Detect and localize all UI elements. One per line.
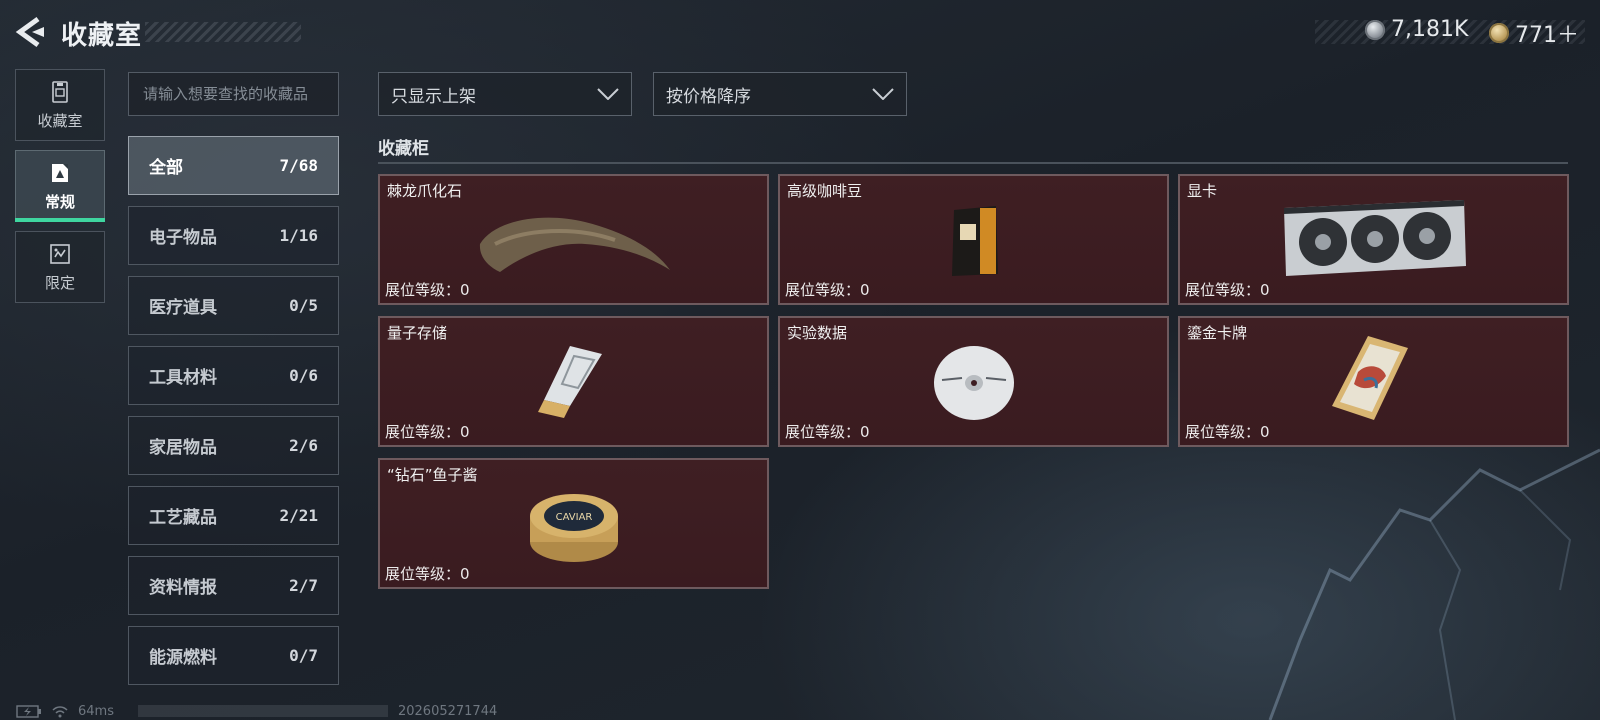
cabinet-item-diamond-caviar[interactable]: “钻石”鱼子酱 CAVIAR 展位等级：0 [378, 458, 769, 589]
coffee-bag-icon [952, 206, 998, 276]
category-name: 资料情报 [149, 578, 217, 598]
booth-level: 展位等级：0 [785, 281, 870, 299]
category-name: 工艺藏品 [149, 508, 217, 528]
left-nav: 收藏室 常规 限定 [15, 69, 105, 312]
item-name: 量子存储 [387, 324, 448, 342]
category-name: 电子物品 [149, 228, 217, 248]
background-lightning [1268, 448, 1600, 720]
item-name: 鎏金卡牌 [1187, 324, 1248, 342]
booth-level: 展位等级：0 [1185, 423, 1270, 441]
nav-label: 收藏室 [37, 111, 83, 130]
category-name: 医疗道具 [149, 298, 217, 318]
search-input[interactable] [143, 73, 324, 115]
back-arrow-icon[interactable] [14, 15, 44, 49]
status-bar: 64ms 202605271744 [16, 703, 497, 719]
wifi-icon [52, 705, 68, 717]
cabinet-divider [378, 162, 1568, 164]
nav-limited[interactable]: 限定 [15, 231, 105, 303]
gilded-card-icon [1332, 336, 1408, 420]
booth-level: 展位等级：0 [1185, 281, 1270, 299]
title-decoration [145, 22, 301, 42]
category-name: 工具材料 [149, 368, 217, 388]
gold-currency[interactable]: 771＋ [1489, 17, 1579, 49]
fossil-claw-icon [479, 217, 670, 272]
cabinet-item-gilded-card[interactable]: 鎏金卡牌 展位等级：0 [1178, 316, 1569, 447]
caviar-tin-icon: CAVIAR [530, 494, 618, 562]
category-count: 0/7 [289, 646, 318, 665]
item-name: 显卡 [1187, 182, 1218, 200]
silver-coin-icon [1365, 19, 1385, 40]
page-title: 收藏室 [61, 21, 143, 51]
gold-currency-value: 771＋ [1515, 23, 1579, 48]
caviar-tin-label: CAVIAR [556, 512, 593, 523]
collection-room-icon [52, 80, 68, 103]
data-disc-icon [934, 346, 1014, 420]
nav-regular[interactable]: 常规 [15, 150, 105, 222]
category-name: 家居物品 [149, 438, 217, 458]
category-fuel[interactable]: 能源燃料 0/7 [128, 626, 339, 685]
nav-collection-room[interactable]: 收藏室 [15, 69, 105, 141]
battery-icon [16, 704, 41, 718]
cabinet-item-quantum-storage[interactable]: 量子存储 展位等级：0 [378, 316, 769, 447]
category-count: 2/21 [279, 506, 318, 525]
category-household[interactable]: 家居物品 2/6 [128, 416, 339, 475]
top-bar: 收藏室 7,181K 771＋ [0, 0, 1600, 64]
cabinet-title: 收藏柜 [378, 139, 429, 159]
regular-icon [52, 163, 68, 182]
category-count: 2/7 [289, 576, 318, 595]
category-tools[interactable]: 工具材料 0/6 [128, 346, 339, 405]
nav-label: 常规 [44, 192, 75, 211]
item-name: 实验数据 [787, 324, 848, 342]
nav-label: 限定 [44, 273, 75, 292]
category-name: 能源燃料 [149, 648, 217, 668]
category-electronics[interactable]: 电子物品 1/16 [128, 206, 339, 265]
silver-currency-value: 7,181K [1391, 17, 1469, 42]
sort-value: 按价格降序 [666, 86, 751, 107]
booth-level: 展位等级：0 [385, 565, 470, 583]
cabinet-item-coffee-beans[interactable]: 高级咖啡豆 展位等级：0 [778, 174, 1169, 305]
booth-level: 展位等级：0 [385, 423, 470, 441]
search-box [128, 72, 339, 116]
category-count: 0/5 [289, 296, 318, 315]
category-count: 1/16 [279, 226, 318, 245]
ping-value: 64ms [78, 703, 114, 719]
cabinet-item-experiment-data[interactable]: 实验数据 展位等级：0 [778, 316, 1169, 447]
booth-level: 展位等级：0 [385, 281, 470, 299]
booth-level: 展位等级：0 [785, 423, 870, 441]
item-name: “钻石”鱼子酱 [387, 466, 478, 484]
redacted-bar [137, 705, 388, 717]
display-filter-dropdown[interactable]: 只显示上架 [378, 72, 632, 116]
graphics-card-icon [1284, 200, 1466, 276]
build-id: 202605271744 [397, 703, 498, 719]
category-count: 2/6 [289, 436, 318, 455]
category-crafts[interactable]: 工艺藏品 2/21 [128, 486, 339, 545]
display-filter-value: 只显示上架 [391, 86, 476, 107]
cabinet-item-graphics-card[interactable]: 显卡 展位等级：0 [1178, 174, 1569, 305]
sort-dropdown[interactable]: 按价格降序 [653, 72, 907, 116]
chevron-down-icon [597, 88, 619, 100]
category-medical[interactable]: 医疗道具 0/5 [128, 276, 339, 335]
cabinet-item-fossil-claw[interactable]: 棘龙爪化石 展位等级：0 [378, 174, 769, 305]
chevron-down-icon [872, 88, 894, 100]
category-count: 7/68 [279, 156, 318, 175]
category-list: 全部 7/68 电子物品 1/16 医疗道具 0/5 工具材料 0/6 家居物品… [128, 136, 339, 696]
gold-coin-icon [1489, 23, 1509, 43]
quantum-storage-icon [538, 346, 602, 418]
limited-icon [50, 243, 70, 264]
category-intel[interactable]: 资料情报 2/7 [128, 556, 339, 615]
item-name: 棘龙爪化石 [387, 182, 463, 200]
category-count: 0/6 [289, 366, 318, 385]
category-all[interactable]: 全部 7/68 [128, 136, 339, 195]
silver-currency: 7,181K [1365, 17, 1468, 42]
item-name: 高级咖啡豆 [787, 182, 863, 200]
category-name: 全部 [149, 158, 183, 178]
